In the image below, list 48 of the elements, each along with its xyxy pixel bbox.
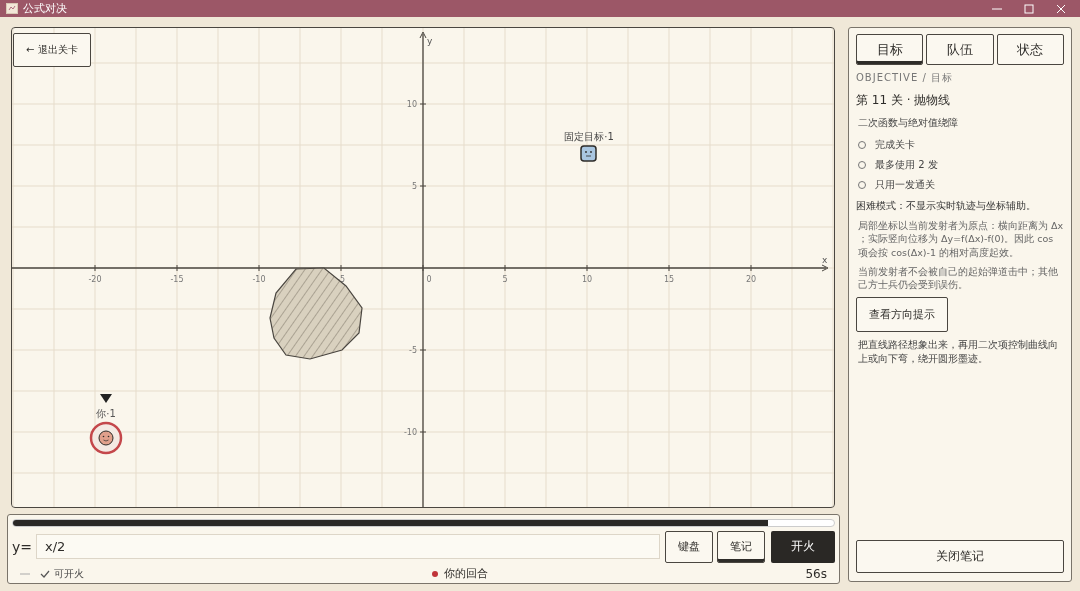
tab[interactable]: 状态 [996, 34, 1064, 65]
formula-input[interactable]: x/2 [36, 534, 660, 560]
tick-label: -15 [170, 275, 184, 284]
tick-label: 10 [581, 275, 593, 284]
tick-label: 5 [502, 275, 508, 284]
level-subtitle: 二次函数与绝对值绕障 [858, 116, 959, 130]
tick-label: -5 [409, 346, 417, 355]
window-title: 公式对决 [23, 1, 67, 16]
exit-level-button[interactable]: ← 退出关卡 [13, 33, 91, 67]
section-label: OBJECTIVE / 目标 [856, 71, 954, 85]
objective-label: 只用一发通关 [875, 178, 935, 192]
formula-prefix: y= [12, 538, 32, 555]
level-title: 第 11 关 · 抛物线 [856, 92, 952, 109]
tab[interactable]: 目标 [856, 34, 924, 65]
ready-status: 可开火 [54, 566, 84, 581]
tick-label: 15 [663, 275, 675, 284]
tab[interactable]: 队伍 [926, 34, 994, 65]
tick-label: -10 [252, 275, 266, 284]
axis-label: x [822, 255, 828, 265]
note-text: 局部坐标以当前发射者为原点：横向距离为 Δx ；实际竖向位移为 Δy=f(Δx)-f(0)。因此 cos 项会按 cos(Δx)-1 的相对高度起效。 [857, 219, 1064, 259]
target-face-icon [580, 145, 597, 162]
tick-label: 5 [411, 182, 417, 191]
tick-label: 10 [406, 100, 417, 109]
tool-button[interactable]: 笔记 [717, 530, 765, 563]
hard-mode-note: 困难模式：不显示实时轨迹与坐标辅助。 [856, 199, 1037, 213]
objective-label: 最多使用 2 发 [875, 158, 938, 172]
hint-text: 把直线路径想象出来，再用二次项控制曲线向上或向下弯，绕开圆形墨迹。 [857, 338, 1059, 366]
app-icon [6, 3, 18, 14]
target-label: 固定目标·1 [564, 131, 614, 142]
fire-button[interactable]: 开火 [771, 530, 835, 563]
axis-label: y [427, 36, 433, 46]
player-face-icon [89, 421, 123, 455]
tick-label: -20 [88, 275, 102, 284]
tick-label: 0 [426, 275, 432, 284]
close-icon[interactable] [1056, 3, 1066, 14]
dash-icon [20, 572, 30, 575]
hint-button[interactable]: 查看方向提示 [856, 297, 948, 333]
tick-label: -5 [337, 275, 345, 284]
maximize-icon[interactable] [1024, 3, 1034, 14]
turn-status: 你的回合 [444, 566, 488, 582]
close-notes-button[interactable]: 关闭笔记 [856, 540, 1064, 573]
player-label: 你·1 [96, 408, 116, 419]
tool-button[interactable]: 键盘 [665, 530, 713, 563]
objective-label: 完成关卡 [875, 138, 915, 152]
time-left: 56s [805, 566, 827, 581]
note-text: 当前发射者不会被自己的起始弹道击中；其他己方士兵仍会受到误伤。 [857, 264, 1059, 292]
tick-label: 20 [745, 275, 757, 284]
tick-label: -10 [403, 428, 417, 437]
